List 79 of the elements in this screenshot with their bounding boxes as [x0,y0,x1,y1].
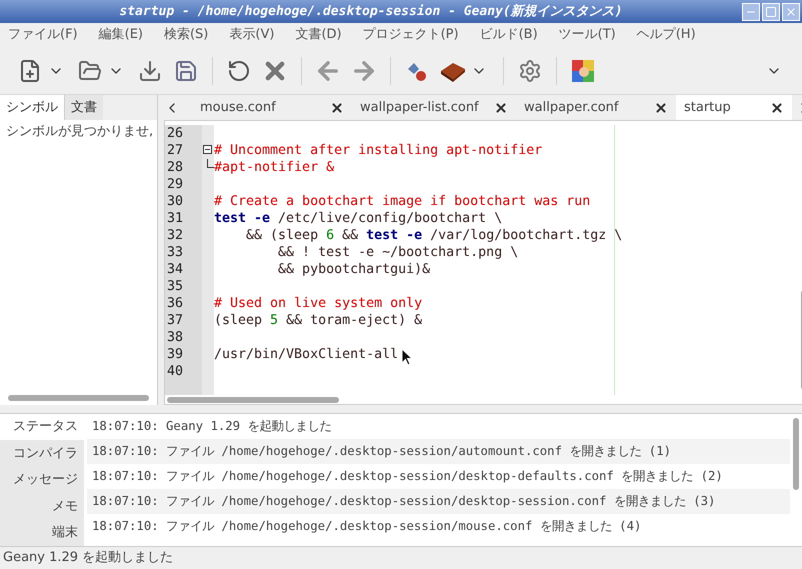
vertical-scrollbar[interactable] [793,418,799,490]
status-text: Geany 1.29 を起動しました [3,549,174,568]
message-tab[interactable]: ステータス [0,414,84,440]
menu-item[interactable]: 編集(E) [98,25,143,45]
line-number: 30 [166,193,184,210]
message-row-text: 18:07:10: ファイル /home/hogehoge/.desktop-session/automount.conf を開きました (1) [92,443,672,460]
window-title: startup - /home/hogehoge/.desktop-session - Geany(新規インスタンス) [118,2,624,21]
maximize-icon [765,6,777,18]
new-file-icon [18,58,42,82]
close-icon [785,6,797,18]
close-icon[interactable] [654,100,668,114]
line-number: 37 [166,312,184,329]
sidebar-tab[interactable]: 文書 [65,95,103,120]
tab-label: wallpaper-list.conf [360,98,479,117]
code-line: && pybootchartgui)& [277,262,430,277]
line-number: 33 [166,244,184,261]
code-line: # Uncomment after installing apt-notifier [214,143,542,158]
editor-tab[interactable]: wallpaper-list.conf [352,95,516,120]
code-line: #apt-notifier & [214,160,334,175]
editor-tab[interactable]: mouse.conf [192,95,352,120]
menu-item[interactable]: 検索(S) [164,25,208,45]
code-line: # Used on live system only [214,296,422,311]
code-line: /usr/bin/VBoxClient-all [214,347,398,362]
close-icon[interactable] [330,100,344,114]
menu-item[interactable]: ファイル(F) [8,25,78,45]
menu-item[interactable]: 表示(V) [229,25,274,45]
gear-icon [518,58,542,82]
fold-marker-icon[interactable] [203,145,212,154]
line-number: 31 [166,210,184,227]
line-number: 35 [166,278,184,295]
code-line: (sleep 5 && toram-eject) & [214,313,422,328]
editor-tab[interactable]: startup [676,95,792,120]
message-tab[interactable]: コンパイラ [0,440,84,467]
menu-item[interactable]: ツール(T) [558,25,616,45]
close-button[interactable] [782,2,800,20]
color-palette-icon [572,60,594,82]
line-number: 40 [166,363,184,380]
message-row-text: 18:07:10: ファイル /home/hogehoge/.desktop-session/desktop-session.conf を開きました (3) [92,493,716,510]
fold-line-icon [207,159,214,168]
close-icon[interactable] [770,100,784,114]
line-number: 29 [166,176,184,193]
line-number: 28 [166,159,184,176]
mouse-cursor-icon [401,348,413,366]
message-row-text: 18:07:10: ファイル /home/hogehoge/.desktop-session/desktop-defaults.conf を開きました (2) [92,468,723,486]
line-number: 36 [166,295,184,312]
menu-item[interactable]: ビルド(B) [480,25,538,45]
save-icon [138,58,162,82]
code-line: test -e /etc/live/config/bootchart \ [214,211,502,226]
tab-label: wallpaper.conf [524,98,618,117]
line-number: 39 [166,346,184,363]
reload-icon [227,58,251,82]
line-number: 32 [166,227,184,244]
line-number: 38 [166,329,184,346]
menu-item[interactable]: プロジェクト(P) [362,25,459,45]
line-number: 26 [166,125,184,142]
menu-item[interactable]: 文書(D) [295,25,342,45]
editor-tab[interactable]: wallpaper.conf [516,95,676,120]
save-all-icon [174,58,198,82]
code-line: # Create a bootchart image if bootchart was run [214,194,590,209]
scrollbar[interactable] [8,395,149,401]
symbol-message: シンボルが見つかりませ, [5,123,154,141]
maximize-button[interactable] [762,2,780,20]
line-number: 34 [166,261,184,278]
code-line: && (sleep 6 && test -e /var/log/bootchart.tgz \ [245,228,622,243]
line-number: 27 [166,142,184,159]
minimize-button[interactable] [742,2,760,20]
message-tab[interactable]: 端末 [0,520,84,546]
menu-item[interactable]: ヘルプ(H) [636,25,696,45]
code-line: && ! test -e ~/bootchart.png \ [277,245,518,260]
folder-icon [78,58,102,82]
horizontal-scrollbar[interactable] [167,396,339,402]
tab-label: mouse.conf [200,98,276,117]
message-row-text: 18:07:10: Geany 1.29 を起動しました [92,418,332,436]
message-tab[interactable]: メモ [0,493,84,520]
close-icon[interactable] [494,100,508,114]
message-tab[interactable]: メッセージ [0,466,84,494]
sidebar-tab[interactable]: シンボル [0,95,65,120]
message-row-text: 18:07:10: ファイル /home/hogehoge/.desktop-session/mouse.conf を開きました (4) [92,518,642,536]
tab-label: startup [684,98,731,117]
